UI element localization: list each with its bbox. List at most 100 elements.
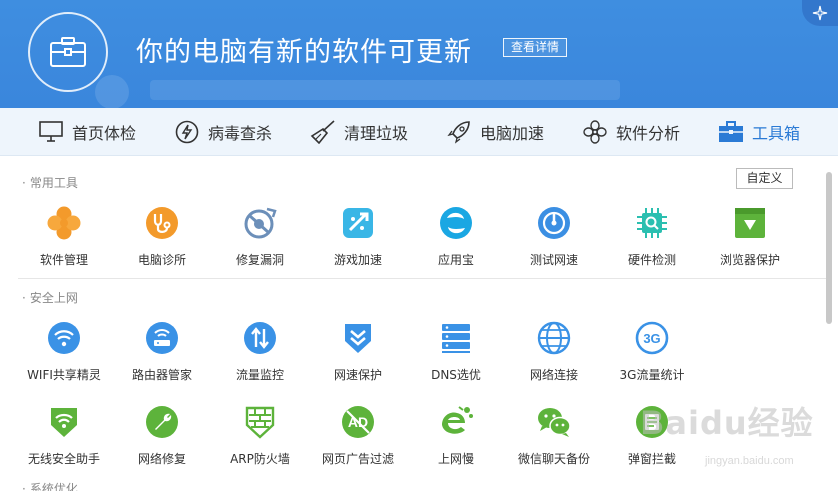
3g-icon-text: 3G [643,331,660,346]
tool-pc-clinic[interactable]: 电脑诊所 [113,205,211,268]
tab-label: 首页体检 [72,124,137,143]
tool-fix-vulnerability[interactable]: 修复漏洞 [211,205,309,268]
tool-label: 网速保护 [333,368,382,382]
section-divider [18,278,831,279]
wechat-icon [536,404,572,440]
toolbox-logo [28,12,108,92]
baidu-watermark-url: jingyan.baidu.com [705,455,794,467]
tool-label: 网络连接 [529,368,578,382]
tab-label: 电脑加速 [480,124,545,143]
tab-label: 软件分析 [616,124,681,143]
update-banner: 你的电脑有新的软件可更新 查看详情 [0,0,838,110]
tool-traffic-monitor[interactable]: 流量监控 [211,320,309,383]
tab-speedup[interactable]: 电脑加速 [446,108,544,156]
tool-dns-optimize[interactable]: DNS选优 [407,320,505,383]
tool-label: 无线安全助手 [27,452,100,466]
tool-label: 游戏加速 [333,253,382,267]
tool-label: 硬件检测 [627,253,676,267]
tool-label: 应用宝 [437,253,474,267]
tool-game-boost[interactable]: 游戏加速 [309,205,407,268]
globe-icon [536,320,572,356]
tool-label: 微信聊天备份 [517,452,590,466]
clover-icon [46,205,82,241]
toolbox-icon [718,119,744,145]
tool-wechat-backup[interactable]: 微信聊天备份 [505,404,603,467]
tool-label: DNS选优 [431,368,481,382]
tool-speed-test[interactable]: 测试网速 [505,205,603,268]
chip-icon [634,205,670,241]
fan-icon [582,119,608,145]
tool-label: 路由器管家 [131,368,192,382]
skin-button[interactable] [802,0,838,26]
customize-button[interactable]: 自定义 [736,168,793,189]
monitor-icon [38,119,64,145]
tab-label: 工具箱 [752,124,801,143]
toolbox-icon [50,37,86,67]
tool-label: ARP防火墙 [230,452,290,466]
wifi-share-icon [46,320,82,356]
tool-software-manager[interactable]: 软件管理 [15,205,113,268]
tab-toolbox[interactable]: 工具箱 [718,108,800,156]
tool-label: 修复漏洞 [235,253,284,267]
browser-shield-icon [732,205,768,241]
tab-label: 病毒查杀 [208,124,273,143]
tab-checkup[interactable]: 首页体检 [38,108,136,156]
tool-label: 电脑诊所 [137,253,186,267]
tool-label: 流量监控 [235,368,284,382]
tool-network-repair[interactable]: 网络修复 [113,404,211,467]
tool-app-store[interactable]: 应用宝 [407,205,505,268]
shield-repair-icon [242,205,278,241]
main-nav: 首页体检 病毒查杀 清理垃圾 电脑加速 软件分析 工具箱 [0,108,838,156]
lightning-icon [174,119,200,145]
tab-cleanup[interactable]: 清理垃圾 [310,108,408,156]
tool-label: 弹窗拦截 [627,452,676,466]
server-icon [438,320,474,356]
3g-icon: 3G [634,320,670,356]
section-title-optimize: 系统优化 [22,480,78,491]
tool-network-connect[interactable]: 网络连接 [505,320,603,383]
broom-icon [310,119,336,145]
app-store-icon [438,205,474,241]
wrench-icon [144,404,180,440]
tool-ad-filter[interactable]: AD 网页广告过滤 [309,404,407,467]
tab-label: 清理垃圾 [344,124,409,143]
tool-router-manager[interactable]: 路由器管家 [113,320,211,383]
tool-hardware-check[interactable]: 硬件检测 [603,205,701,268]
tool-label: 测试网速 [529,253,578,267]
stethoscope-icon [144,205,180,241]
tool-label: WIFI共享精灵 [27,368,101,382]
tab-software-analysis[interactable]: 软件分析 [582,108,680,156]
tool-wifi-share[interactable]: WIFI共享精灵 [15,320,113,383]
section-title-security: 安全上网 [22,289,78,306]
tool-speed-protect[interactable]: 网速保护 [309,320,407,383]
tool-wireless-security[interactable]: 无线安全助手 [15,404,113,467]
baidu-watermark: Baidu经验 [640,404,814,442]
section-title-common: 常用工具 [22,174,78,191]
tool-label: 浏览器保护 [719,253,780,267]
blurred-text [150,80,620,100]
firewall-icon [242,404,278,440]
tool-label: 3G流量统计 [619,368,685,382]
router-icon [144,320,180,356]
game-rocket-icon [340,205,376,241]
tool-label: 网页广告过滤 [321,452,394,466]
tool-label: 软件管理 [39,253,88,267]
traffic-arrows-icon [242,320,278,356]
tool-browser-protect[interactable]: 浏览器保护 [701,205,799,268]
tool-3g-stats[interactable]: 3G 3G流量统计 [603,320,701,383]
sparkle-icon [812,5,828,21]
tool-arp-firewall[interactable]: ARP防火墙 [211,404,309,467]
tab-antivirus[interactable]: 病毒查杀 [174,108,272,156]
page-title: 你的电脑有新的软件可更新 [136,37,472,68]
ie-icon [438,404,474,440]
view-details-button[interactable]: 查看详情 [503,38,568,57]
speedometer-icon [536,205,572,241]
blurred-icon [95,75,129,109]
ad-block-icon: AD [340,404,376,440]
tool-label: 上网慢 [437,452,474,466]
tool-slow-internet[interactable]: 上网慢 [407,404,505,467]
vertical-scrollbar[interactable] [826,172,832,324]
tool-label: 网络修复 [137,452,186,466]
chevron-shield-icon [340,320,376,356]
wifi-shield-icon [46,404,82,440]
